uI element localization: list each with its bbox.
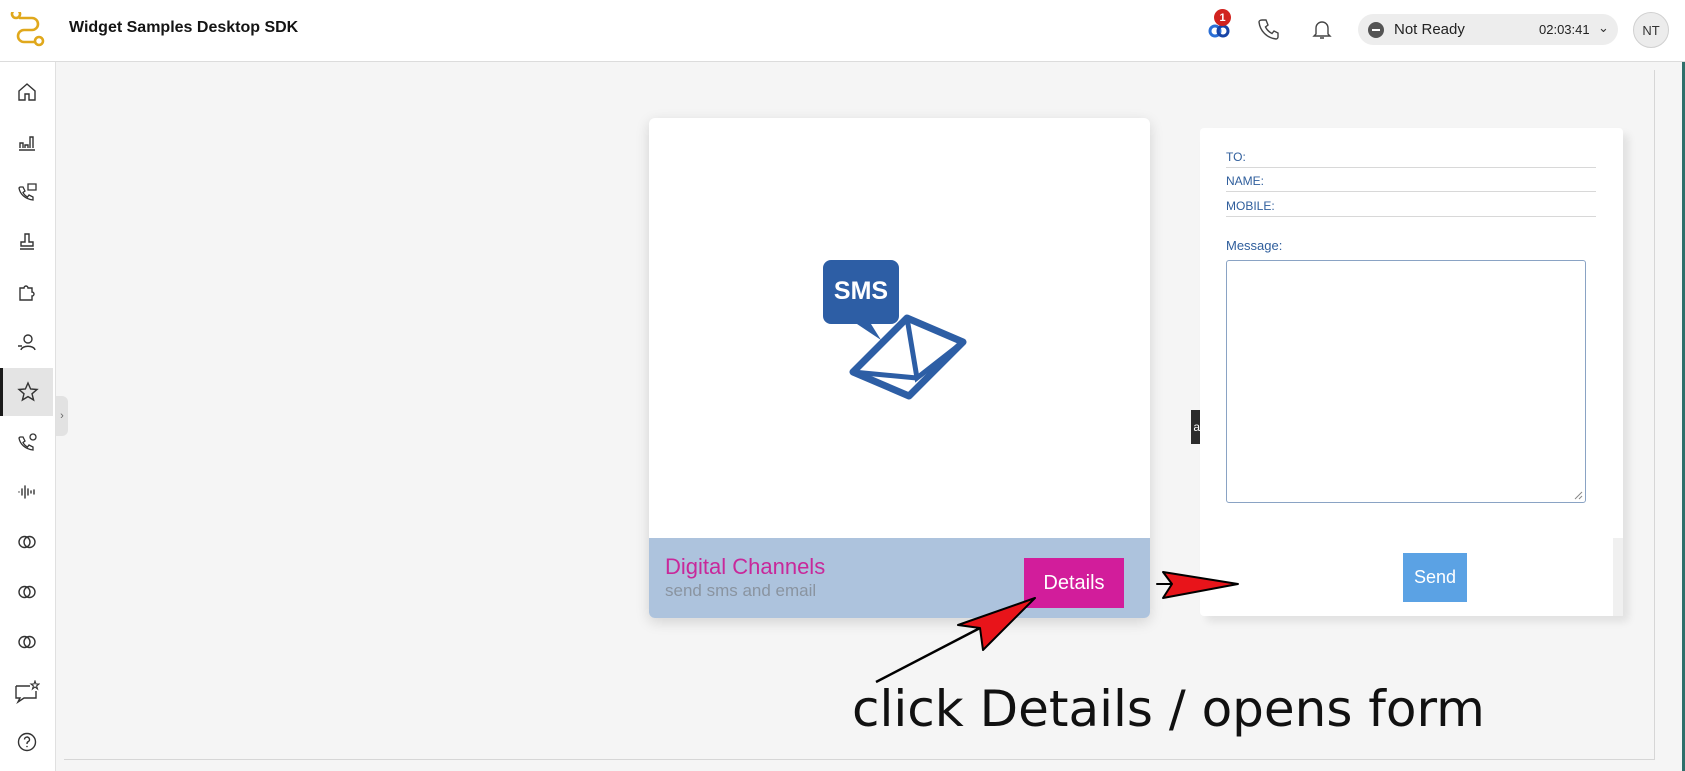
to-field[interactable]: TO:	[1226, 144, 1596, 168]
stamp-icon	[19, 233, 34, 250]
sidebar-item-call-settings[interactable]	[0, 418, 53, 466]
sidebar-item-home[interactable]	[0, 68, 53, 116]
help-icon	[17, 732, 36, 752]
send-button[interactable]: Send	[1403, 553, 1467, 602]
sidebar-item-help[interactable]	[0, 718, 53, 766]
star-icon	[17, 381, 39, 402]
details-button[interactable]: Details	[1024, 558, 1124, 608]
user-icon	[17, 334, 36, 351]
rings-icon	[17, 535, 36, 549]
resize-handle-icon[interactable]	[1574, 491, 1583, 500]
home-icon	[17, 83, 36, 101]
state-timer: 02:03:41	[1539, 22, 1590, 37]
sidebar-item-contacts[interactable]	[0, 318, 53, 366]
to-label: TO:	[1226, 150, 1246, 164]
waveform-icon	[17, 485, 35, 499]
name-label: NAME:	[1226, 174, 1265, 188]
bell-icon[interactable]	[1306, 13, 1338, 45]
digital-channels-card: SMS Digital Channels send sms and email …	[649, 118, 1150, 618]
call-history-icon	[17, 183, 37, 201]
chevron-down-icon: ⌄	[1598, 20, 1609, 35]
annotation-caption: click Details / opens form	[852, 680, 1485, 738]
top-header: Widget Samples Desktop SDK 1 Not Ready 0…	[0, 0, 1685, 62]
sidebar-item-widget-2[interactable]	[0, 568, 53, 616]
sidebar-item-extensions[interactable]	[0, 268, 53, 316]
avatar[interactable]: NT	[1633, 12, 1669, 48]
sidebar-item-favorites[interactable]	[0, 368, 53, 416]
sidebar-item-analytics[interactable]	[0, 118, 53, 166]
sidebar-item-stamp[interactable]	[0, 218, 53, 266]
card-subtitle: send sms and email	[665, 581, 817, 600]
sidebar-item-widget-1[interactable]	[0, 518, 53, 566]
agent-state-label: Not Ready	[1394, 21, 1465, 38]
app-title: Widget Samples Desktop SDK	[69, 19, 299, 36]
message-label: Message:	[1226, 238, 1283, 253]
call-settings-icon	[17, 433, 37, 451]
card-title: Digital Channels	[665, 554, 826, 579]
sms-form-panel: TO: NAME: MOBILE: Message: Send	[1200, 128, 1623, 616]
chat-star-icon	[14, 680, 40, 704]
sidebar-item-voice[interactable]	[0, 468, 53, 516]
sms-email-illustration: SMS	[823, 260, 967, 400]
message-textarea[interactable]	[1226, 260, 1586, 503]
rings-icon	[17, 635, 36, 649]
mobile-field[interactable]: MOBILE:	[1226, 193, 1596, 217]
sms-bubble-text: SMS	[834, 277, 888, 305]
notification-badge: 1	[1214, 9, 1231, 26]
name-field[interactable]: NAME:	[1226, 168, 1596, 192]
puzzle-icon	[18, 285, 35, 301]
agent-state-selector[interactable]: Not Ready 02:03:41 ⌄	[1358, 14, 1618, 45]
app-logo-icon[interactable]	[10, 12, 48, 48]
form-scroll-gutter	[1613, 538, 1623, 616]
bar-chart-icon	[18, 136, 35, 151]
sidebar-item-widget-3[interactable]	[0, 618, 53, 666]
sidebar-item-call-history[interactable]	[0, 168, 53, 216]
phone-icon[interactable]	[1253, 13, 1285, 45]
rings-icon	[17, 585, 36, 599]
sidebar-item-chat[interactable]	[0, 668, 53, 716]
card-footer: Digital Channels send sms and email Deta…	[649, 538, 1150, 618]
state-status-icon	[1368, 22, 1384, 38]
mobile-label: MOBILE:	[1226, 199, 1275, 213]
left-sidebar	[0, 62, 56, 771]
